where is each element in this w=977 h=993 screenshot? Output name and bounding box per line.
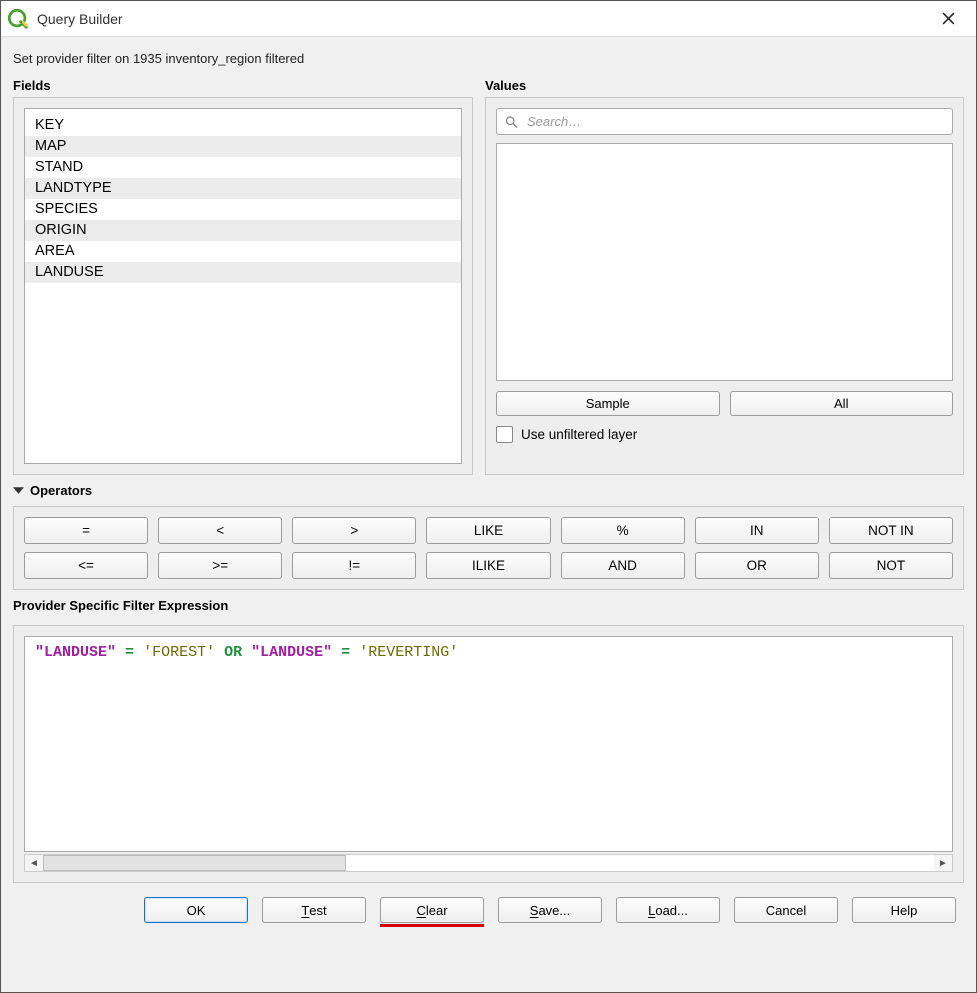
operator-button[interactable]: NOT IN — [829, 517, 953, 544]
operator-button[interactable]: IN — [695, 517, 819, 544]
chevron-down-icon — [13, 485, 24, 496]
close-button[interactable] — [926, 4, 970, 34]
operator-button[interactable]: != — [292, 552, 416, 579]
use-unfiltered-label: Use unfiltered layer — [521, 427, 637, 442]
operator-button[interactable]: % — [561, 517, 685, 544]
fields-label: Fields — [13, 78, 473, 93]
operator-button[interactable]: = — [24, 517, 148, 544]
load-button[interactable]: Load... — [616, 897, 720, 923]
use-unfiltered-checkbox[interactable] — [496, 426, 513, 443]
qgis-icon — [7, 8, 29, 30]
operator-button[interactable]: LIKE — [426, 517, 550, 544]
field-item[interactable]: MAP — [25, 136, 461, 157]
scroll-left-icon[interactable]: ◄ — [25, 855, 43, 871]
fields-list[interactable]: KEYMAPSTANDLANDTYPESPECIESORIGINAREALAND… — [24, 108, 462, 464]
operator-button[interactable]: ILIKE — [426, 552, 550, 579]
operator-button[interactable]: >= — [158, 552, 282, 579]
test-button[interactable]: Test — [262, 897, 366, 923]
search-icon — [504, 114, 519, 129]
field-item[interactable]: LANDTYPE — [25, 178, 461, 199]
field-item[interactable]: SPECIES — [25, 199, 461, 220]
subtitle-text: Set provider filter on 1935 inventory_re… — [13, 47, 964, 70]
field-item[interactable]: KEY — [25, 115, 461, 136]
operator-button[interactable]: NOT — [829, 552, 953, 579]
field-item[interactable]: LANDUSE — [25, 262, 461, 283]
sample-button[interactable]: Sample — [496, 391, 720, 416]
field-item[interactable]: STAND — [25, 157, 461, 178]
values-list[interactable] — [496, 143, 953, 381]
clear-button[interactable]: Clear — [380, 897, 484, 923]
values-label: Values — [485, 78, 964, 93]
scroll-thumb[interactable] — [43, 855, 346, 871]
operator-button[interactable]: < — [158, 517, 282, 544]
titlebar: Query Builder — [1, 1, 976, 37]
field-item[interactable]: AREA — [25, 241, 461, 262]
save-button[interactable]: Save... — [498, 897, 602, 923]
operators-toggle[interactable]: Operators — [13, 483, 964, 498]
expression-hscroll[interactable]: ◄ ► — [24, 854, 953, 872]
ok-button[interactable]: OK — [144, 897, 248, 923]
query-builder-window: Query Builder Set provider filter on 193… — [0, 0, 977, 993]
help-button[interactable]: Help — [852, 897, 956, 923]
field-item[interactable]: ORIGIN — [25, 220, 461, 241]
values-search-input[interactable] — [496, 108, 953, 135]
filter-expression-input[interactable]: "LANDUSE" = 'FOREST' OR "LANDUSE" = 'REV… — [24, 636, 953, 852]
highlight-underline — [380, 924, 484, 927]
operator-button[interactable]: > — [292, 517, 416, 544]
operator-button[interactable]: <= — [24, 552, 148, 579]
window-title: Query Builder — [37, 11, 123, 27]
operator-button[interactable]: AND — [561, 552, 685, 579]
operators-label: Operators — [30, 483, 92, 498]
scroll-right-icon[interactable]: ► — [934, 855, 952, 871]
operator-button[interactable]: OR — [695, 552, 819, 579]
expression-label: Provider Specific Filter Expression — [13, 598, 964, 613]
cancel-button[interactable]: Cancel — [734, 897, 838, 923]
all-button[interactable]: All — [730, 391, 954, 416]
